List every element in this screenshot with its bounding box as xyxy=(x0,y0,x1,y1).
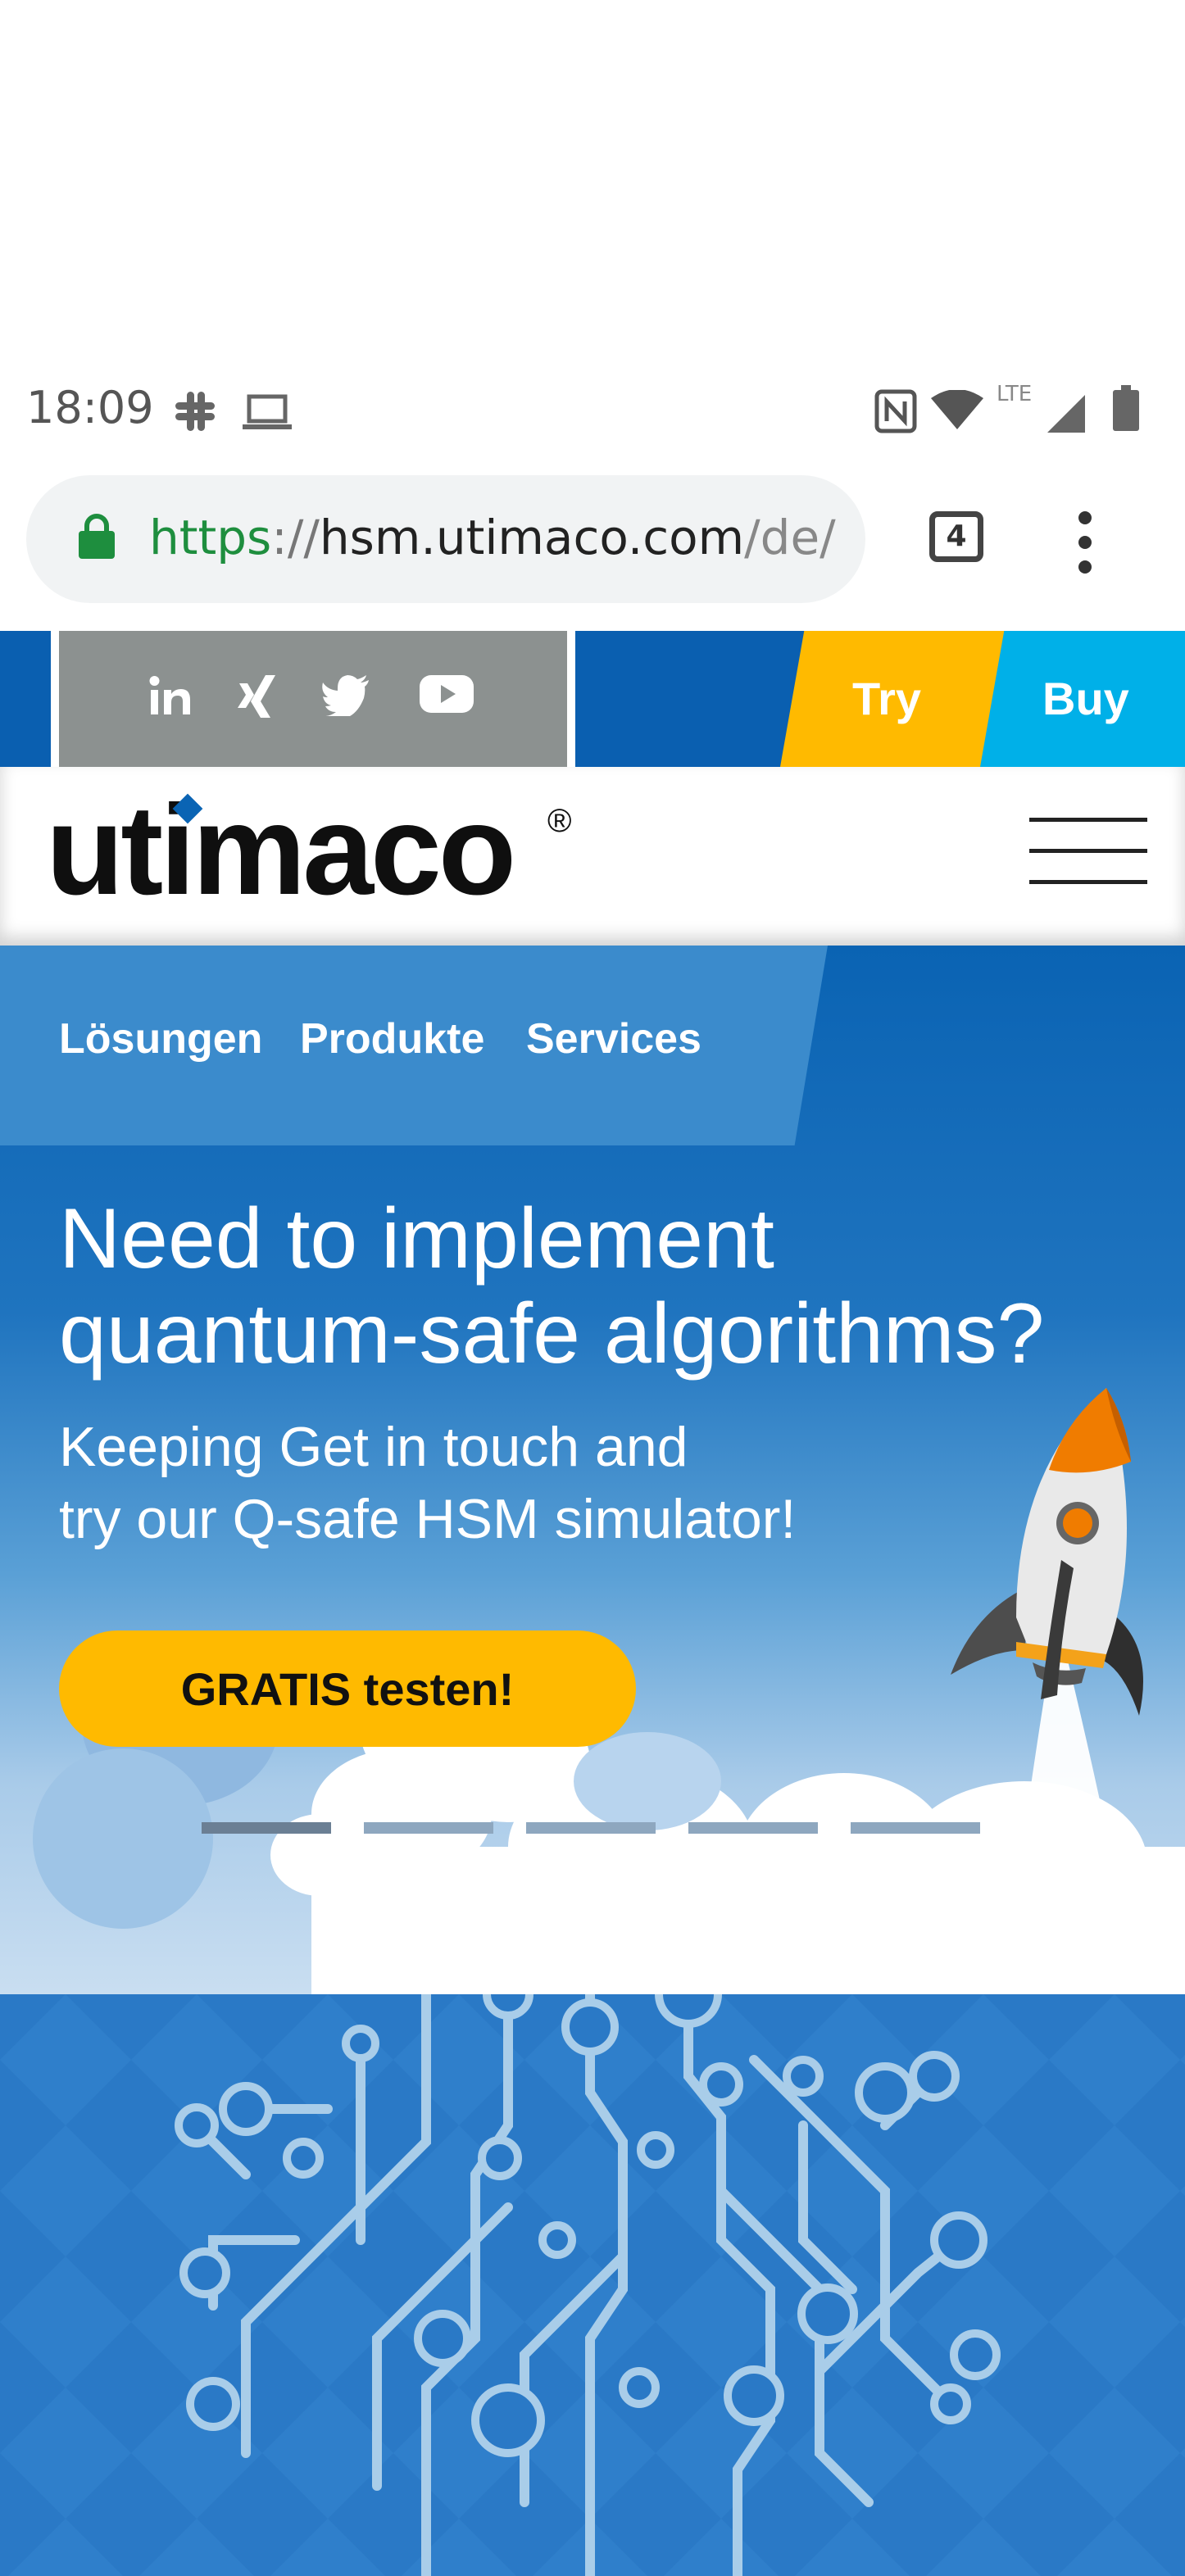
hero-headline-line-1: Need to implement xyxy=(59,1191,774,1286)
status-bar: 18:09 LTE xyxy=(0,361,1185,456)
circuit-tree-section xyxy=(0,1994,1185,2576)
slack-icon xyxy=(175,392,215,431)
laptop-icon xyxy=(243,394,292,429)
slider-indicator-3[interactable] xyxy=(526,1822,656,1834)
registered-mark: ® xyxy=(547,803,572,839)
url-scheme: https xyxy=(149,510,272,565)
slider-indicator-5[interactable] xyxy=(851,1822,980,1834)
cloud-shape xyxy=(33,1748,213,1929)
hero-headline-line-2: quantum-safe algorithms? xyxy=(59,1286,1045,1381)
signal-icon xyxy=(1047,395,1085,433)
slider-indicator-1[interactable] xyxy=(202,1822,331,1834)
circuit-tree-illustration xyxy=(0,1994,1185,2576)
nav-item-produkte[interactable]: Produkte xyxy=(300,1014,484,1064)
cloud-shape xyxy=(574,1732,721,1830)
lock-icon xyxy=(79,514,115,559)
url-text[interactable]: https://hsm.utimaco.com/de/ xyxy=(149,510,847,565)
battery-icon xyxy=(1113,385,1139,431)
hero-banner: Lösungen Produkte Services Need to imple… xyxy=(0,946,1185,1994)
slider-indicator-4[interactable] xyxy=(688,1822,818,1834)
address-bar[interactable]: https://hsm.utimaco.com/de/ xyxy=(26,475,865,603)
cloud-base xyxy=(311,1847,1185,1994)
xing-icon[interactable] xyxy=(236,673,279,719)
hamburger-menu-icon[interactable] xyxy=(1029,818,1147,887)
network-type-label: LTE xyxy=(997,382,1033,406)
hero-subline-line-1: Keeping Get in touch and xyxy=(59,1416,688,1478)
linkedin-icon[interactable] xyxy=(148,673,193,719)
buy-button[interactable]: Buy xyxy=(1042,672,1129,725)
hero-headline: Need to implement quantum-safe algorithm… xyxy=(59,1191,1141,1381)
url-host: hsm.utimaco.com xyxy=(319,510,745,565)
utimaco-logo[interactable]: utimaco xyxy=(46,787,516,914)
hero-subline: Keeping Get in touch and try our Q-safe … xyxy=(59,1411,960,1555)
youtube-icon[interactable] xyxy=(420,673,474,714)
nfc-icon xyxy=(874,389,917,433)
nav-item-services[interactable]: Services xyxy=(526,1014,701,1064)
hero-subline-line-2: try our Q-safe HSM simulator! xyxy=(59,1488,797,1550)
social-links xyxy=(51,631,575,767)
url-path: /de/ xyxy=(744,510,836,565)
url-separator: :// xyxy=(271,510,320,565)
rocket-illustration xyxy=(951,1388,1143,1830)
gratis-testen-button[interactable]: GRATIS testen! xyxy=(59,1630,636,1747)
top-utility-bar: Try Buy xyxy=(0,631,1185,767)
browser-menu-button[interactable] xyxy=(1077,511,1093,574)
wifi-icon xyxy=(931,390,983,429)
nav-item-loesungen[interactable]: Lösungen xyxy=(59,1014,262,1064)
status-time: 18:09 xyxy=(26,382,154,433)
try-button[interactable]: Try xyxy=(852,672,921,725)
tab-switcher-button[interactable]: 4 xyxy=(929,511,983,562)
slider-indicator-2[interactable] xyxy=(364,1822,493,1834)
twitter-icon[interactable] xyxy=(321,673,370,716)
